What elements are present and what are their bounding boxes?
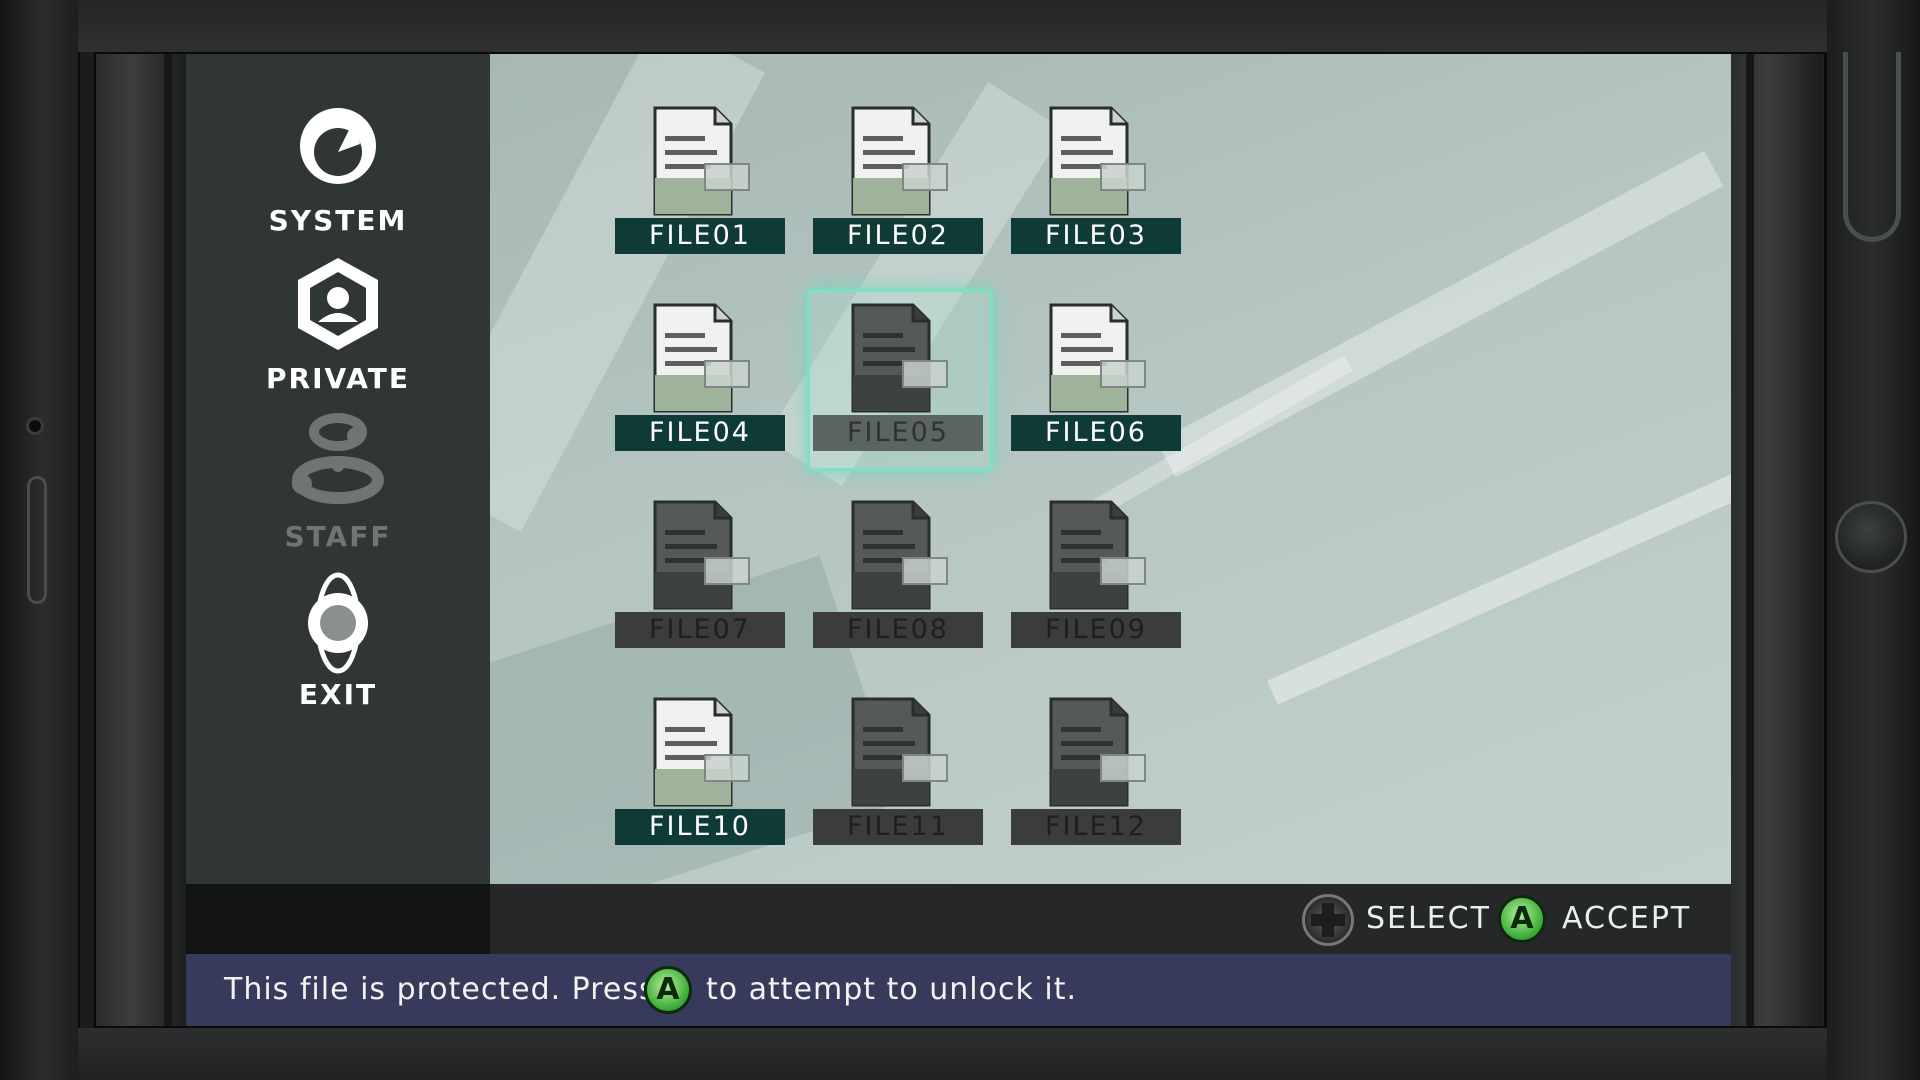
file-label: FILE12 xyxy=(1011,809,1181,845)
menu-label: EXIT xyxy=(298,678,378,711)
file-label: FILE01 xyxy=(615,218,785,254)
menu-label: STAFF xyxy=(284,520,392,553)
accept-hint-label: ACCEPT xyxy=(1562,901,1692,936)
file-tile[interactable]: FILE10 xyxy=(615,697,785,857)
file-tile[interactable]: FILE01 xyxy=(615,106,785,266)
person-icon xyxy=(298,258,378,350)
document-icon xyxy=(851,303,948,413)
file-label: FILE05 xyxy=(813,415,983,451)
file-tile[interactable]: FILE08 xyxy=(813,500,983,660)
document-icon xyxy=(1049,303,1146,413)
file-grid-area: FILE01 FILE02 FILE03 FILE04 FILE05 FILE06 FILE… xyxy=(490,54,1731,884)
document-icon xyxy=(1049,106,1146,216)
file-tile[interactable]: FILE03 xyxy=(1011,106,1181,266)
file-tile[interactable]: FILE12 xyxy=(1011,697,1181,857)
menu-item-staff[interactable]: STAFF xyxy=(186,410,490,590)
menu-item-private[interactable]: PRIVATE xyxy=(186,252,490,432)
staff-icon xyxy=(292,413,384,504)
menu-item-system[interactable]: SYSTEM xyxy=(186,94,490,274)
side-slot xyxy=(27,476,47,604)
menu-item-exit[interactable]: EXIT xyxy=(186,568,490,748)
file-tile[interactable]: FILE09 xyxy=(1011,500,1181,660)
background-shard xyxy=(1267,469,1731,705)
message-text-before: This file is protected. Press xyxy=(224,972,656,1007)
control-hints-bar: SELECT A ACCEPT xyxy=(186,884,1731,954)
file-label: FILE09 xyxy=(1011,612,1181,648)
document-icon xyxy=(653,106,750,216)
file-label: FILE04 xyxy=(615,415,785,451)
file-label: FILE08 xyxy=(813,612,983,648)
menu-label: SYSTEM xyxy=(268,204,408,237)
file-label: FILE07 xyxy=(615,612,785,648)
home-button[interactable] xyxy=(1835,501,1907,573)
control-bar-shade xyxy=(186,884,490,954)
document-icon xyxy=(1049,697,1146,807)
bezel-strip-right xyxy=(1730,54,1822,1026)
file-label: FILE02 xyxy=(813,218,983,254)
device-frame-bottom xyxy=(78,1028,1827,1080)
file-tile[interactable]: FILE07 xyxy=(615,500,785,660)
document-icon xyxy=(653,697,750,807)
message-text-after: to attempt to unlock it. xyxy=(706,972,1077,1007)
menu-label: PRIVATE xyxy=(266,362,410,395)
file-label: FILE10 xyxy=(615,809,785,845)
system-icon xyxy=(300,108,376,184)
file-tile[interactable]: FILE11 xyxy=(813,697,983,857)
side-menu: SYSTEM PRIVATE STAFF EXIT xyxy=(186,54,490,884)
document-icon xyxy=(1049,500,1146,610)
document-icon xyxy=(851,106,948,216)
file-label: FILE03 xyxy=(1011,218,1181,254)
dpad-icon xyxy=(1302,894,1354,946)
device-frame-top xyxy=(78,0,1827,52)
file-tile[interactable]: FILE06 xyxy=(1011,303,1181,463)
document-icon xyxy=(851,500,948,610)
document-icon xyxy=(851,697,948,807)
screen: SYSTEM PRIVATE STAFF EXIT FILE01 FILE02 … xyxy=(186,54,1731,1026)
file-label: FILE06 xyxy=(1011,415,1181,451)
file-tile[interactable]: FILE02 xyxy=(813,106,983,266)
select-hint-label: SELECT xyxy=(1366,901,1491,936)
camera-icon xyxy=(26,417,44,435)
file-tile[interactable]: FILE04 xyxy=(615,303,785,463)
a-button-icon: A xyxy=(1498,895,1546,943)
a-button-icon: A xyxy=(644,966,692,1014)
file-label: FILE11 xyxy=(813,809,983,845)
exit-icon xyxy=(308,572,368,674)
bezel-strip-left xyxy=(96,54,188,1026)
document-icon xyxy=(653,500,750,610)
file-tile[interactable]: FILE05 xyxy=(807,289,993,471)
document-icon xyxy=(653,303,750,413)
stylus-clip xyxy=(1843,52,1901,242)
message-bar: This file is protected. Press A to attem… xyxy=(186,954,1731,1026)
